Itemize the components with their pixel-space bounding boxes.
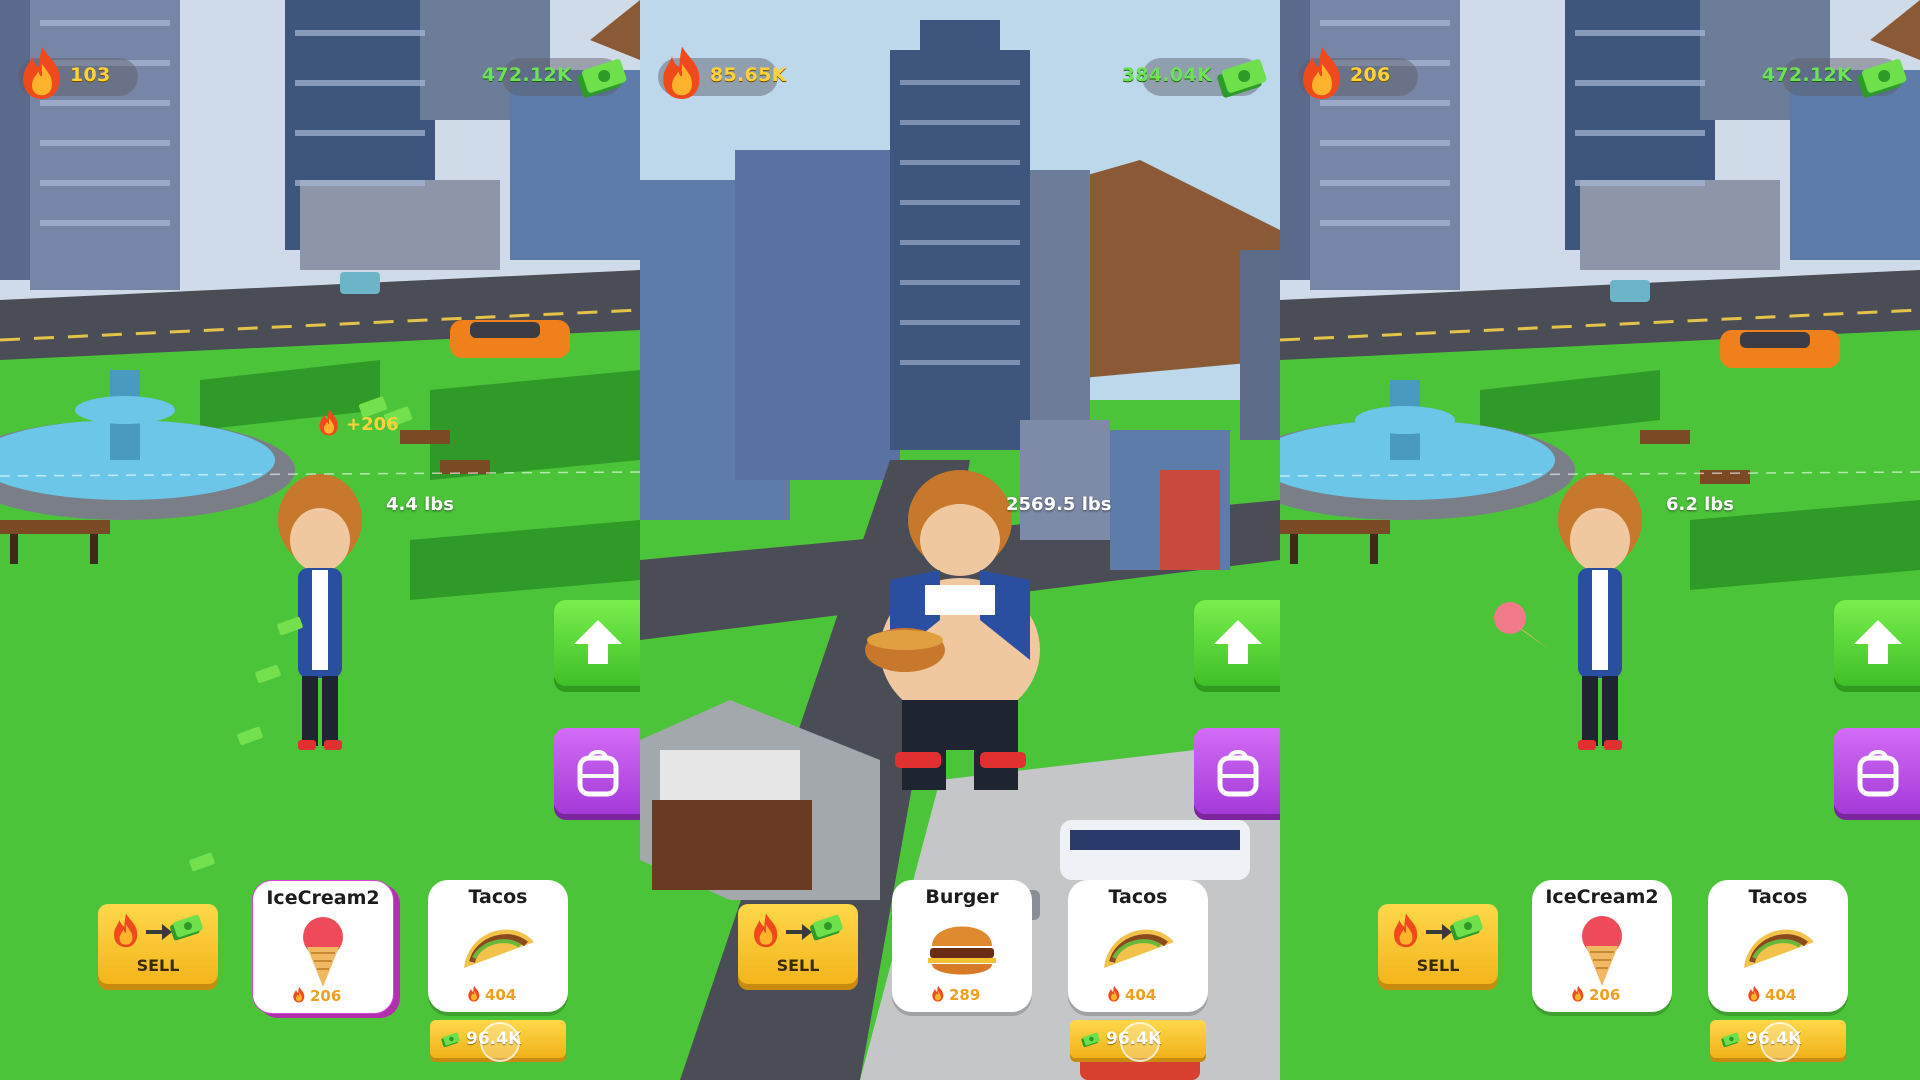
- kcal-value: 206: [1350, 64, 1391, 86]
- gameplay-panel-3: 206 472.12K 6.2 lbs SELL IceCream2 206 T…: [1280, 0, 1920, 1080]
- food-card-kcal-value: 206: [1589, 986, 1621, 1004]
- cash-counter: 384.04K: [1122, 58, 1268, 99]
- backpack-button[interactable]: [1834, 728, 1920, 814]
- food-card-title: IceCream2: [1545, 886, 1659, 908]
- food-card-title: Tacos: [1108, 886, 1168, 908]
- upgrade-button[interactable]: [554, 600, 640, 686]
- sell-label: SELL: [136, 956, 180, 975]
- arrow-up-icon: [1854, 620, 1902, 664]
- food-card-kcal-value: 404: [1765, 986, 1797, 1004]
- ice-cream-icon: [303, 917, 343, 987]
- kcal-counter: 85.65K: [658, 46, 786, 99]
- kcal-value: 85.65K: [710, 64, 787, 86]
- upgrade-button[interactable]: [1834, 600, 1920, 686]
- touch-indicator: [480, 1022, 520, 1062]
- kcal-flame-icon: [1303, 46, 1340, 99]
- food-card-kcal: 404: [466, 985, 516, 1004]
- taco-icon: [1104, 929, 1174, 968]
- arrow-up-icon: [1214, 620, 1262, 664]
- food-card-kcal-value: 289: [949, 986, 981, 1004]
- kcal-flame-icon: [468, 985, 480, 1002]
- cash-icon: [1080, 1032, 1101, 1048]
- cash-icon: [440, 1032, 461, 1048]
- food-card-kcal-value: 404: [1125, 986, 1157, 1004]
- player-weight: 6.2 lbs: [1666, 494, 1734, 515]
- kcal-flame-icon: [1108, 985, 1120, 1002]
- food-card-tacos[interactable]: Tacos 404: [1068, 880, 1208, 1012]
- kcal-to-cash-icon: [754, 913, 844, 948]
- kcal-flame-icon: [23, 46, 60, 99]
- cash-icon: [1720, 1032, 1741, 1048]
- food-card-kcal: 404: [1746, 985, 1796, 1004]
- food-card-title: Burger: [925, 886, 999, 908]
- gameplay-panel-1: 103 472.12K +206 4.4 lbs SELL IceCream2 …: [0, 0, 640, 1080]
- kcal-flame-icon: [293, 986, 305, 1003]
- arrow-up-icon: [574, 620, 622, 664]
- backpack-icon: [1217, 750, 1259, 797]
- kcal-flame-icon: [932, 985, 944, 1002]
- gameplay-panel-2: 85.65K 384.04K 2569.5 lbs SELL Burger 28…: [640, 0, 1280, 1080]
- food-card-kcal: 206: [1570, 985, 1620, 1004]
- backpack-button[interactable]: [1194, 728, 1280, 814]
- cash-value: 472.12K: [1761, 64, 1852, 86]
- kcal-flame-icon: [663, 46, 700, 99]
- cash-value: 472.12K: [481, 64, 572, 86]
- cash-value: 384.04K: [1121, 64, 1212, 86]
- kcal-counter: 206: [1298, 46, 1418, 99]
- touch-indicator: [1120, 1022, 1160, 1062]
- cash-counter: 472.12K: [1762, 58, 1908, 99]
- kcal-gain-icon: [319, 409, 338, 436]
- food-card-tacos[interactable]: Tacos 404: [1708, 880, 1848, 1012]
- food-card-kcal-value: 404: [485, 986, 517, 1004]
- cash-icon: [1856, 58, 1908, 99]
- sell-button[interactable]: SELL: [738, 904, 858, 984]
- backpack-button[interactable]: [554, 728, 640, 814]
- backpack-icon: [1857, 750, 1899, 797]
- taco-icon: [1744, 929, 1814, 968]
- food-card-kcal: 206: [291, 986, 341, 1005]
- cash-icon: [576, 58, 628, 99]
- food-card-title: IceCream2: [266, 887, 380, 909]
- food-card-kcal: 404: [1106, 985, 1156, 1004]
- burger-icon: [928, 926, 996, 975]
- backpack-icon: [577, 750, 619, 797]
- food-card-icecream2[interactable]: IceCream2 206: [252, 880, 394, 1014]
- sell-label: SELL: [776, 956, 820, 975]
- touch-indicator: [1760, 1022, 1800, 1062]
- cash-icon: [1216, 58, 1268, 99]
- kcal-to-cash-icon: [114, 913, 204, 948]
- food-card-title: Tacos: [1748, 886, 1808, 908]
- sell-button[interactable]: SELL: [98, 904, 218, 984]
- game-screen: 103 472.12K +206 4.4 lbs SELL IceCream2 …: [0, 0, 1920, 1080]
- kcal-counter: 103: [18, 46, 138, 99]
- food-card-kcal: 289: [930, 985, 980, 1004]
- taco-icon: [464, 929, 534, 968]
- upgrade-button[interactable]: [1194, 600, 1280, 686]
- player-weight: 4.4 lbs: [386, 494, 454, 515]
- kcal-flame-icon: [1748, 985, 1760, 1002]
- kcal-gain-text: +206: [346, 414, 399, 435]
- food-card-burger[interactable]: Burger 289: [892, 880, 1032, 1012]
- ice-cream-icon: [1582, 916, 1622, 986]
- kcal-to-cash-icon: [1394, 913, 1484, 948]
- sell-label: SELL: [1416, 956, 1460, 975]
- kcal-value: 103: [70, 64, 111, 86]
- sell-button[interactable]: SELL: [1378, 904, 1498, 984]
- food-card-title: Tacos: [468, 886, 528, 908]
- food-card-tacos[interactable]: Tacos 404: [428, 880, 568, 1012]
- kcal-flame-icon: [1572, 985, 1584, 1002]
- player-weight: 2569.5 lbs: [1006, 494, 1112, 515]
- food-card-kcal-value: 206: [310, 987, 342, 1005]
- cash-counter: 472.12K: [482, 58, 628, 99]
- food-card-icecream2[interactable]: IceCream2 206: [1532, 880, 1672, 1012]
